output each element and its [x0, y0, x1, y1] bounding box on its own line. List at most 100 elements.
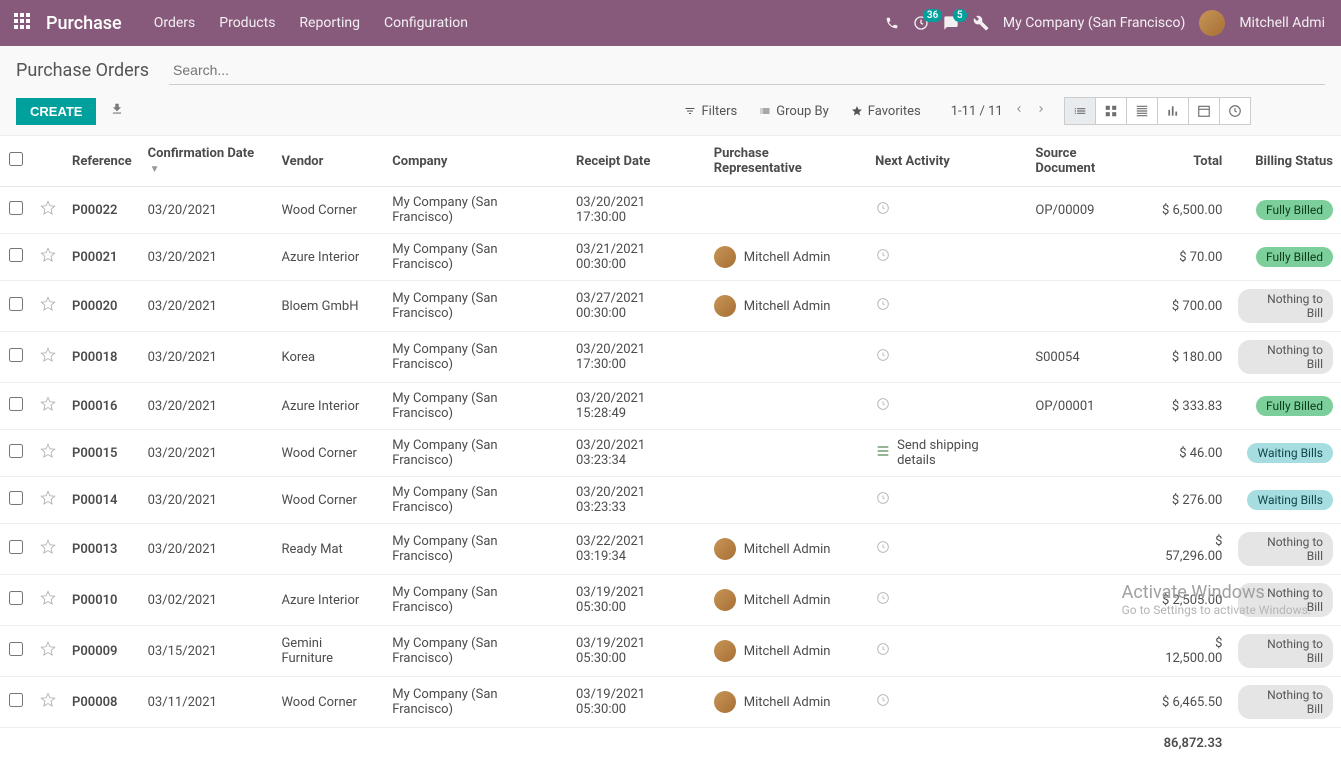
table-row[interactable]: P00008 03/11/2021 Wood Corner My Company…	[0, 677, 1341, 728]
view-kanban[interactable]	[1095, 97, 1127, 125]
table-row[interactable]: P00018 03/20/2021 Korea My Company (San …	[0, 332, 1341, 383]
col-vendor[interactable]: Vendor	[273, 136, 384, 187]
list-icon[interactable]	[875, 443, 891, 463]
clock-icon[interactable]	[875, 590, 891, 610]
clock-icon[interactable]	[875, 296, 891, 316]
row-checkbox[interactable]	[9, 397, 23, 411]
phone-icon[interactable]	[885, 16, 899, 30]
windows-activate-watermark: Activate Windows Go to Settings to activ…	[1122, 582, 1311, 617]
search-input[interactable]	[169, 56, 1325, 85]
row-checkbox[interactable]	[9, 591, 23, 605]
chat-icon[interactable]: 5	[943, 15, 959, 31]
view-graph[interactable]	[1157, 97, 1189, 125]
table-row[interactable]: P00014 03/20/2021 Wood Corner My Company…	[0, 477, 1341, 524]
clock-icon[interactable]	[875, 539, 891, 559]
create-button[interactable]: CREATE	[16, 98, 96, 125]
clock-icon[interactable]	[875, 396, 891, 416]
star-icon[interactable]	[32, 332, 64, 383]
table-row[interactable]: P00022 03/20/2021 Wood Corner My Company…	[0, 187, 1341, 234]
user-name[interactable]: Mitchell Admi	[1239, 15, 1325, 31]
clock-icon[interactable]	[875, 347, 891, 367]
star-icon[interactable]	[32, 187, 64, 234]
clock-icon[interactable]	[875, 692, 891, 712]
cell-vendor: Wood Corner	[273, 430, 384, 477]
cell-rep: Mitchell Admin	[706, 677, 867, 728]
clock-icon[interactable]	[875, 641, 891, 661]
col-rep[interactable]: Purchase Representative	[706, 136, 867, 187]
favorites-button[interactable]: Favorites	[851, 104, 921, 119]
table-row[interactable]: P00015 03/20/2021 Wood Corner My Company…	[0, 430, 1341, 477]
row-checkbox[interactable]	[9, 540, 23, 554]
cell-activity	[867, 575, 1027, 626]
pager-next[interactable]	[1035, 103, 1047, 119]
cell-source	[1027, 677, 1146, 728]
company-switcher[interactable]: My Company (San Francisco)	[1003, 15, 1185, 31]
star-icon[interactable]	[32, 281, 64, 332]
star-icon[interactable]	[32, 477, 64, 524]
nav-link-reporting[interactable]: Reporting	[287, 0, 372, 46]
billing-badge: Nothing to Bill	[1238, 685, 1333, 719]
star-icon[interactable]	[32, 524, 64, 575]
row-checkbox[interactable]	[9, 201, 23, 215]
star-icon[interactable]	[32, 575, 64, 626]
table-row[interactable]: P00016 03/20/2021 Azure Interior My Comp…	[0, 383, 1341, 430]
table-row[interactable]: P00009 03/15/2021 Gemini Furniture My Co…	[0, 626, 1341, 677]
col-total[interactable]: Total	[1147, 136, 1231, 187]
pager-text[interactable]: 1-11 / 11	[951, 104, 1003, 119]
clock-icon[interactable]: 36	[913, 15, 929, 31]
table-row[interactable]: P00013 03/20/2021 Ready Mat My Company (…	[0, 524, 1341, 575]
cell-rep	[706, 332, 867, 383]
cell-confirmation: 03/11/2021	[140, 677, 274, 728]
cell-vendor: Ready Mat	[273, 524, 384, 575]
col-receipt[interactable]: Receipt Date	[568, 136, 706, 187]
pager-prev[interactable]	[1013, 103, 1025, 119]
cell-total: $ 276.00	[1147, 477, 1231, 524]
select-all-checkbox[interactable]	[9, 152, 23, 166]
rep-name: Mitchell Admin	[744, 695, 831, 710]
star-icon[interactable]	[32, 383, 64, 430]
cell-reference: P00013	[64, 524, 140, 575]
row-checkbox[interactable]	[9, 642, 23, 656]
view-activity[interactable]	[1219, 97, 1251, 125]
view-pivot[interactable]	[1126, 97, 1158, 125]
clock-icon[interactable]	[875, 490, 891, 510]
col-activity[interactable]: Next Activity	[867, 136, 1027, 187]
col-source[interactable]: Source Document	[1027, 136, 1146, 187]
tools-icon[interactable]	[973, 15, 989, 31]
row-checkbox[interactable]	[9, 491, 23, 505]
cell-rep	[706, 187, 867, 234]
row-checkbox[interactable]	[9, 444, 23, 458]
star-icon[interactable]	[32, 677, 64, 728]
col-company[interactable]: Company	[384, 136, 568, 187]
group-by-label: Group By	[776, 104, 829, 119]
user-avatar[interactable]	[1199, 10, 1225, 36]
star-icon[interactable]	[32, 430, 64, 477]
brand[interactable]: Purchase	[46, 13, 122, 34]
col-confirmation[interactable]: Confirmation Date▼	[140, 136, 274, 187]
import-icon[interactable]	[110, 102, 124, 120]
view-calendar[interactable]	[1188, 97, 1220, 125]
nav-link-configuration[interactable]: Configuration	[372, 0, 480, 46]
apps-icon[interactable]	[8, 13, 36, 33]
row-checkbox[interactable]	[9, 693, 23, 707]
group-by-button[interactable]: Group By	[759, 104, 829, 119]
row-checkbox[interactable]	[9, 348, 23, 362]
nav-link-orders[interactable]: Orders	[142, 0, 208, 46]
star-icon[interactable]	[32, 234, 64, 281]
table-row[interactable]: P00020 03/20/2021 Bloem GmbH My Company …	[0, 281, 1341, 332]
row-checkbox[interactable]	[9, 248, 23, 262]
clock-icon[interactable]	[875, 247, 891, 267]
nav-link-products[interactable]: Products	[207, 0, 287, 46]
col-billing[interactable]: Billing Status	[1230, 136, 1341, 187]
clock-icon[interactable]	[875, 200, 891, 220]
cell-confirmation: 03/20/2021	[140, 477, 274, 524]
table-row[interactable]: P00021 03/20/2021 Azure Interior My Comp…	[0, 234, 1341, 281]
view-list[interactable]	[1064, 97, 1096, 125]
billing-badge: Waiting Bills	[1247, 443, 1333, 463]
filters-button[interactable]: Filters	[684, 104, 737, 119]
cell-rep	[706, 383, 867, 430]
row-checkbox[interactable]	[9, 297, 23, 311]
col-reference[interactable]: Reference	[64, 136, 140, 187]
star-icon[interactable]	[32, 626, 64, 677]
cell-reference: P00014	[64, 477, 140, 524]
